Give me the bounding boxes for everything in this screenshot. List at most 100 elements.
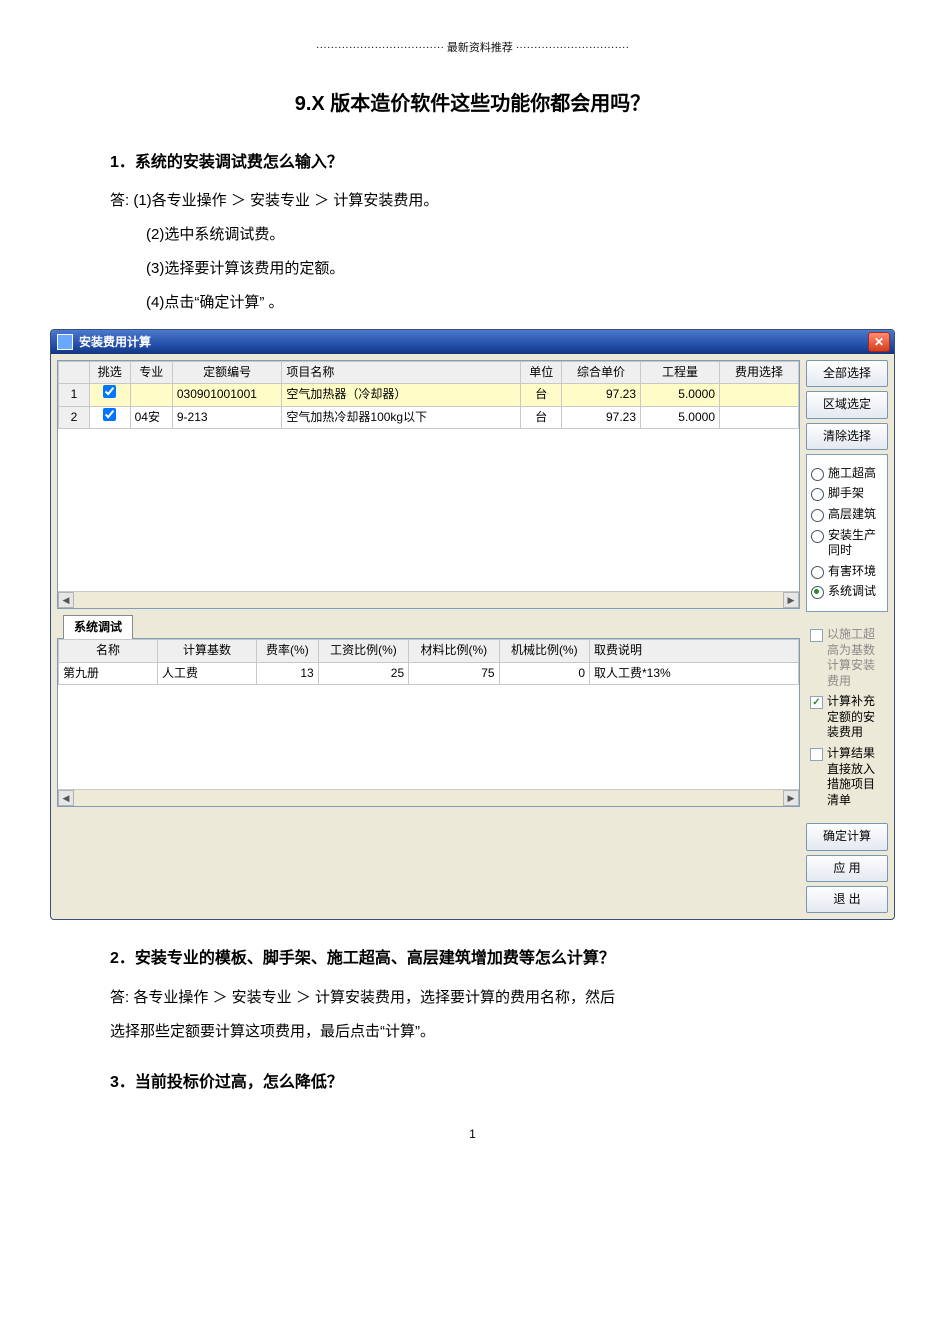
answer-1-step-3: (3)选择要计算该费用的定额。 — [110, 257, 835, 281]
col-rate: 费率(%) — [257, 640, 319, 662]
radio-icon[interactable] — [811, 566, 824, 579]
material-cell: 75 — [409, 662, 499, 684]
col-code: 定额编号 — [172, 362, 282, 384]
code-cell: 030901001001 — [172, 384, 282, 406]
code-cell: 9-213 — [172, 406, 282, 428]
radio-label[interactable]: 系统调试 — [828, 584, 876, 600]
table-row[interactable]: 2 04安 9-213 空气加热冷却器100kg以下 台 97.23 5.000… — [59, 406, 799, 428]
table-header-row: 名称 计算基数 费率(%) 工资比例(%) 材料比例(%) 机械比例(%) 取费… — [59, 640, 799, 662]
header-line: ··································· 最新资料… — [110, 40, 835, 58]
col-material: 材料比例(%) — [409, 640, 499, 662]
sel-cell — [720, 384, 799, 406]
table-row[interactable]: 第九册 人工费 13 25 75 0 取人工费*13% — [59, 662, 799, 684]
select-range-button[interactable]: 区域选定 — [806, 391, 888, 418]
apply-button[interactable]: 应 用 — [806, 855, 888, 882]
page-title: 9.X 版本造价软件这些功能你都会用吗？ — [110, 88, 835, 120]
answer-2-line-1: 答: 各专业操作 ＞ 安装专业 ＞ 计算安装费用，选择要计算的费用名称，然后 — [110, 986, 835, 1010]
scroll-track[interactable] — [74, 790, 783, 806]
name-cell: 空气加热器（冷却器） — [282, 384, 521, 406]
radio-label[interactable]: 有害环境 — [828, 564, 876, 580]
col-base: 计算基数 — [158, 640, 257, 662]
price-cell: 97.23 — [562, 384, 641, 406]
pick-checkbox[interactable] — [103, 385, 116, 398]
col-price: 综合单价 — [562, 362, 641, 384]
question-3-heading: 3．当前投标价过高，怎么降低？ — [110, 1070, 835, 1096]
exit-button[interactable]: 退 出 — [806, 886, 888, 913]
qty-cell: 5.0000 — [641, 406, 720, 428]
scroll-left-icon[interactable]: ◀ — [58, 592, 74, 608]
unit-cell: 台 — [521, 406, 562, 428]
radio-label[interactable]: 安装生产同时 — [828, 528, 883, 559]
scroll-track[interactable] — [74, 592, 783, 608]
base-cell: 人工费 — [158, 662, 257, 684]
col-wage: 工资比例(%) — [318, 640, 408, 662]
pick-checkbox[interactable] — [103, 408, 116, 421]
spec-cell: 04安 — [130, 406, 172, 428]
radio-icon[interactable] — [811, 586, 824, 599]
clear-selection-button[interactable]: 清除选择 — [806, 423, 888, 450]
select-all-button[interactable]: 全部选择 — [806, 360, 888, 387]
rate-cell: 13 — [257, 662, 319, 684]
wage-cell: 25 — [318, 662, 408, 684]
question-1-heading: 1．系统的安装调试费怎么输入？ — [110, 150, 835, 176]
radio-icon[interactable] — [811, 488, 824, 501]
unit-cell: 台 — [521, 384, 562, 406]
app-icon — [57, 334, 73, 350]
pick-cell[interactable] — [90, 406, 131, 428]
close-button[interactable]: ✕ — [868, 332, 890, 352]
dialog-title: 安装费用计算 — [79, 333, 868, 352]
name-cell: 空气加热冷却器100kg以下 — [282, 406, 521, 428]
row-number: 2 — [59, 406, 90, 428]
fee-params-table[interactable]: 名称 计算基数 费率(%) 工资比例(%) 材料比例(%) 机械比例(%) 取费… — [58, 639, 799, 684]
install-fee-dialog: 安装费用计算 ✕ 挑选 专业 定额编号 — [50, 329, 895, 920]
row-number: 1 — [59, 384, 90, 406]
table-header-row: 挑选 专业 定额编号 项目名称 单位 综合单价 工程量 费用选择 — [59, 362, 799, 384]
options-checkbox-group: 以施工超高为基数计算安装费用 ✓ 计算补充定额的安装费用 计算结果直接放入措施项目… — [806, 616, 888, 820]
scroll-right-icon[interactable]: ▶ — [783, 592, 799, 608]
scroll-right-icon[interactable]: ▶ — [783, 790, 799, 806]
checkbox-icon[interactable]: ✓ — [810, 696, 823, 709]
table-row[interactable]: 1 030901001001 空气加热器（冷却器） 台 97.23 5.0000 — [59, 384, 799, 406]
machine-cell: 0 — [499, 662, 589, 684]
answer-1-step-2: (2)选中系统调试费。 — [110, 223, 835, 247]
page-number: 1 — [110, 1125, 835, 1144]
items-table[interactable]: 挑选 专业 定额编号 项目名称 单位 综合单价 工程量 费用选择 — [58, 361, 799, 429]
col-qty: 工程量 — [641, 362, 720, 384]
lower-section: 系统调试 名称 计算基数 费率(%) 工资比例(%) — [57, 615, 800, 807]
checkbox-label[interactable]: 计算补充定额的安装费用 — [827, 694, 884, 741]
scroll-left-icon[interactable]: ◀ — [58, 790, 74, 806]
col-sel: 费用选择 — [720, 362, 799, 384]
answer-prefix: 答: — [110, 192, 129, 209]
col-name: 项目名称 — [282, 362, 521, 384]
checkbox-icon[interactable] — [810, 748, 823, 761]
col-unit: 单位 — [521, 362, 562, 384]
side-panel: 全部选择 区域选定 清除选择 施工超高 脚手架 高层建筑 安装生产同时 有害环境… — [806, 360, 888, 913]
radio-icon[interactable] — [811, 468, 824, 481]
note-cell: 取人工费*13% — [590, 662, 799, 684]
col-note: 取费说明 — [590, 640, 799, 662]
dialog-titlebar: 安装费用计算 ✕ — [51, 330, 894, 354]
radio-label[interactable]: 高层建筑 — [828, 507, 876, 523]
pick-cell[interactable] — [90, 384, 131, 406]
answer-prefix: 答: — [110, 989, 129, 1006]
answer-2-body-a: 各专业操作 ＞ 安装专业 ＞ 计算安装费用，选择要计算的费用名称，然后 — [133, 989, 615, 1006]
spec-cell — [130, 384, 172, 406]
radio-icon[interactable] — [811, 530, 824, 543]
confirm-calculate-button[interactable]: 确定计算 — [806, 823, 888, 850]
col-machine: 机械比例(%) — [499, 640, 589, 662]
horizontal-scrollbar[interactable]: ◀ ▶ — [58, 789, 799, 806]
horizontal-scrollbar[interactable]: ◀ ▶ — [58, 591, 799, 608]
radio-icon[interactable] — [811, 509, 824, 522]
radio-label[interactable]: 施工超高 — [828, 466, 876, 482]
answer-2-body-b: 选择那些定额要计算这项费用，最后点击“计算”。 — [110, 1020, 835, 1044]
radio-label[interactable]: 脚手架 — [828, 486, 864, 502]
sel-cell — [720, 406, 799, 428]
tab-system-debug[interactable]: 系统调试 — [63, 615, 133, 639]
answer-1-step-1: (1)各专业操作 ＞ 安装专业 ＞ 计算安装费用。 — [133, 192, 438, 209]
checkbox-label[interactable]: 计算结果直接放入措施项目清单 — [827, 746, 884, 808]
checkbox-label[interactable]: 以施工超高为基数计算安装费用 — [827, 627, 884, 689]
answer-1-step-4: (4)点击“确定计算” 。 — [110, 291, 835, 315]
price-cell: 97.23 — [562, 406, 641, 428]
checkbox-icon[interactable] — [810, 629, 823, 642]
qty-cell: 5.0000 — [641, 384, 720, 406]
